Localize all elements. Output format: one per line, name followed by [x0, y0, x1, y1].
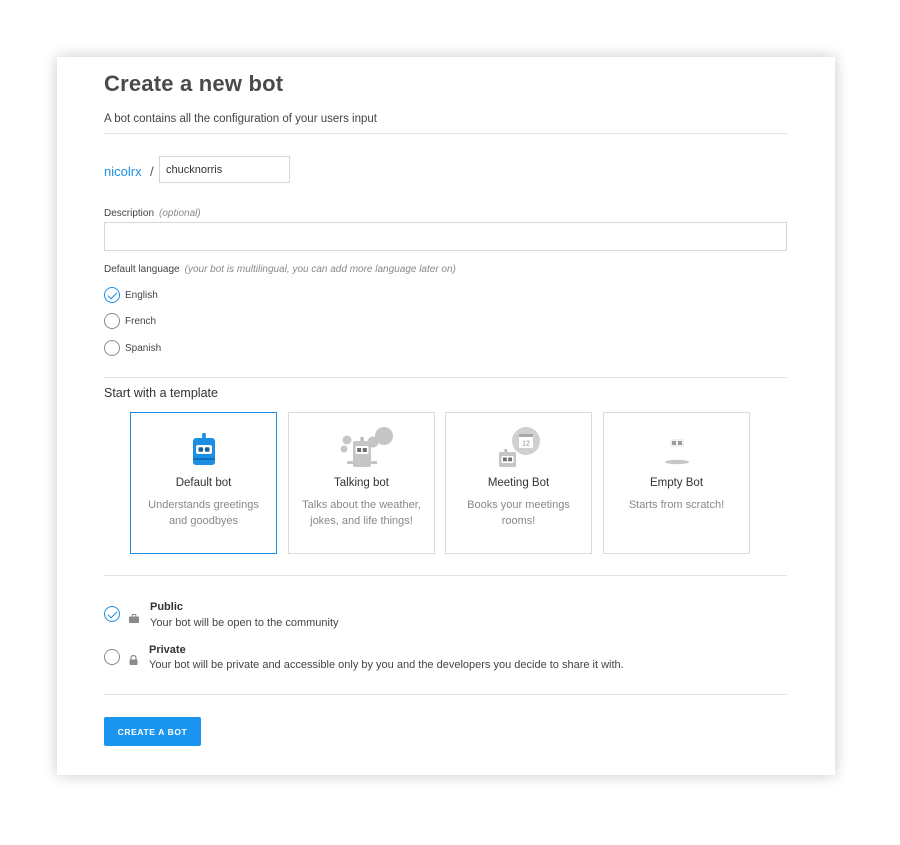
template-description: Understands greetings and goodbyes: [148, 499, 259, 527]
meeting-bot-icon: 12: [446, 427, 591, 475]
template-name: Meeting Bot: [487, 477, 550, 489]
template-description: Starts from scratch!: [628, 499, 725, 511]
language-option-label[interactable]: Spanish: [125, 343, 161, 354]
empty-bot-icon: [604, 427, 749, 475]
template-name: Talking bot: [334, 477, 389, 489]
template-card-empty-bot[interactable]: Empty Bot Starts from scratch!: [603, 412, 750, 554]
language-radio-english[interactable]: [104, 287, 120, 303]
language-label: Default language (your bot is multilingua…: [104, 264, 456, 275]
calendar-day: 12: [522, 441, 530, 448]
description-label-text: Description: [104, 208, 155, 219]
description-input[interactable]: [104, 222, 787, 251]
divider: [104, 377, 787, 378]
visibility-title: Public: [150, 601, 184, 613]
language-radio-french[interactable]: [104, 313, 120, 329]
page-title: Create a new bot: [104, 71, 284, 96]
description-hint: (optional): [159, 208, 201, 219]
bot-name-input[interactable]: [159, 156, 290, 183]
template-description: Talks about the weather, jokes, and life…: [302, 499, 421, 527]
template-name: Default bot: [175, 477, 232, 489]
language-hint: (your bot is multilingual, you can add m…: [184, 264, 456, 275]
divider: [104, 694, 787, 695]
lock-icon: [129, 652, 138, 670]
template-description: Books your meetings rooms!: [467, 499, 570, 527]
description-label: Description (optional): [104, 208, 201, 219]
path-separator: /: [150, 164, 154, 179]
owner-link[interactable]: nicolrx: [104, 164, 142, 179]
template-name: Empty Bot: [649, 477, 704, 489]
language-radio-spanish[interactable]: [104, 340, 120, 356]
page-subtitle: A bot contains all the configuration of …: [104, 113, 377, 125]
visibility-description: Your bot will be private and accessible …: [149, 659, 624, 671]
create-bot-button[interactable]: CREATE A BOT: [104, 717, 201, 746]
talking-bot-icon: [289, 427, 434, 475]
template-card-talking-bot[interactable]: Talking bot Talks about the weather, jok…: [288, 412, 435, 554]
language-option-label[interactable]: English: [125, 290, 158, 301]
language-option-label[interactable]: French: [125, 316, 156, 327]
divider: [104, 133, 787, 134]
divider: [104, 575, 787, 576]
template-card-meeting-bot[interactable]: 12 Meeting Bot Books your meetings rooms…: [445, 412, 592, 554]
visibility-radio-public[interactable]: [104, 606, 120, 622]
visibility-radio-private[interactable]: [104, 649, 120, 665]
visibility-title: Private: [149, 644, 186, 656]
default-bot-icon: [131, 427, 276, 475]
visibility-description: Your bot will be open to the community: [150, 617, 339, 629]
create-bot-card: Create a new bot A bot contains all the …: [57, 57, 835, 775]
template-card-default-bot[interactable]: Default bot Understands greetings and go…: [130, 412, 277, 554]
language-label-text: Default language: [104, 264, 180, 275]
template-section-title: Start with a template: [104, 386, 218, 400]
briefcase-icon: [129, 610, 139, 628]
